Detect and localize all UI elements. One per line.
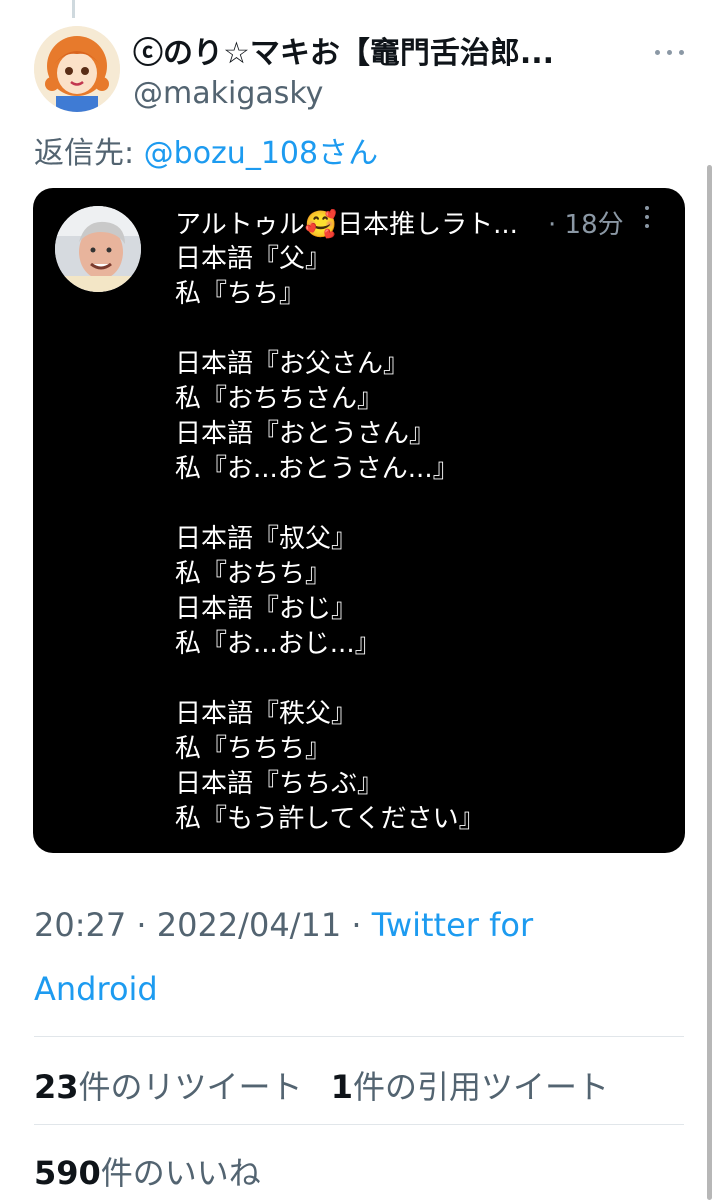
retweets-stat[interactable]: 23件のリツイート — [34, 1068, 303, 1106]
quoted-text-line: 私『お...おとうさん...』 — [175, 454, 459, 484]
divider — [34, 1036, 684, 1037]
reply-mention-link[interactable]: @bozu_108さん — [144, 136, 378, 171]
quoted-avatar-photo — [55, 206, 141, 292]
quoted-text-line: 日本語『ちちぶ』 — [175, 769, 384, 799]
quoted-author-avatar — [55, 206, 141, 292]
quoted-text-line: 私『おちちさん』 — [175, 384, 384, 414]
retweets-count: 23 — [34, 1068, 79, 1106]
quoted-text-line: 日本語『叔父』 — [175, 524, 358, 554]
quoted-text-line: 日本語『お父さん』 — [175, 349, 410, 379]
quoted-text-line — [175, 312, 485, 347]
reply-prefix: 返信先: — [34, 136, 144, 171]
tweet-metadata: 20:27 · 2022/04/11 · Twitter for Android — [34, 893, 594, 1021]
engagement-stats: 23件のリツイート 1件の引用ツイート — [34, 1062, 627, 1108]
retweets-label: 件のリツイート — [78, 1068, 303, 1106]
likes-label: 件のいいね — [100, 1154, 261, 1192]
quoted-text-line: 私『ちち』 — [175, 279, 306, 309]
reply-to-line: 返信先: @bozu_108さん — [34, 128, 378, 172]
author-avatar[interactable] — [34, 26, 120, 112]
quoted-text-line: 私『おちち』 — [175, 559, 332, 589]
quoted-text-line — [175, 662, 485, 697]
quoted-text-line: 日本語『おとうさん』 — [175, 419, 436, 449]
quoted-text-line — [175, 487, 485, 522]
quotes-stat[interactable]: 1件の引用ツイート — [331, 1068, 609, 1106]
likes-stat[interactable]: 590件のいいね — [34, 1148, 261, 1194]
quoted-text-line: 私『お...おじ...』 — [175, 629, 381, 659]
quoted-time: · 18分 — [548, 210, 624, 240]
quoted-text-line: 日本語『おじ』 — [175, 594, 358, 624]
thread-connector-line — [72, 0, 75, 18]
author-name[interactable]: ⓒのり☆マキお【竈門舌治郎... — [133, 28, 643, 72]
quoted-text-line: 私『もう許してください』 — [175, 804, 485, 834]
quoted-text-line: 日本語『秩父』 — [175, 699, 358, 729]
quoted-text-line: 私『ちちち』 — [175, 734, 332, 764]
likes-count: 590 — [34, 1154, 101, 1192]
attached-image[interactable]: アルトゥル🥰日本推しラト... · 18分 日本語『父』 私『ちち』 日本語『お… — [33, 188, 685, 853]
quoted-text-line: 日本語『父』 — [175, 244, 332, 274]
more-horizontal-icon[interactable] — [655, 40, 695, 55]
tweet-timestamp[interactable]: 20:27 · 2022/04/11 · — [34, 906, 372, 944]
avatar-illustration — [34, 26, 120, 112]
more-vertical-icon — [645, 206, 651, 232]
scrollbar[interactable] — [707, 165, 712, 1200]
quotes-label: 件の引用ツイート — [352, 1068, 609, 1106]
quotes-count: 1 — [330, 1068, 353, 1106]
divider — [34, 1124, 684, 1125]
quoted-author-name: アルトゥル🥰日本推しラト... — [175, 210, 518, 240]
author-handle[interactable]: @makigasky — [133, 76, 323, 111]
quoted-tweet-text: 日本語『父』 私『ちち』 日本語『お父さん』 私『おちちさん』 日本語『おとうさ… — [175, 242, 485, 837]
